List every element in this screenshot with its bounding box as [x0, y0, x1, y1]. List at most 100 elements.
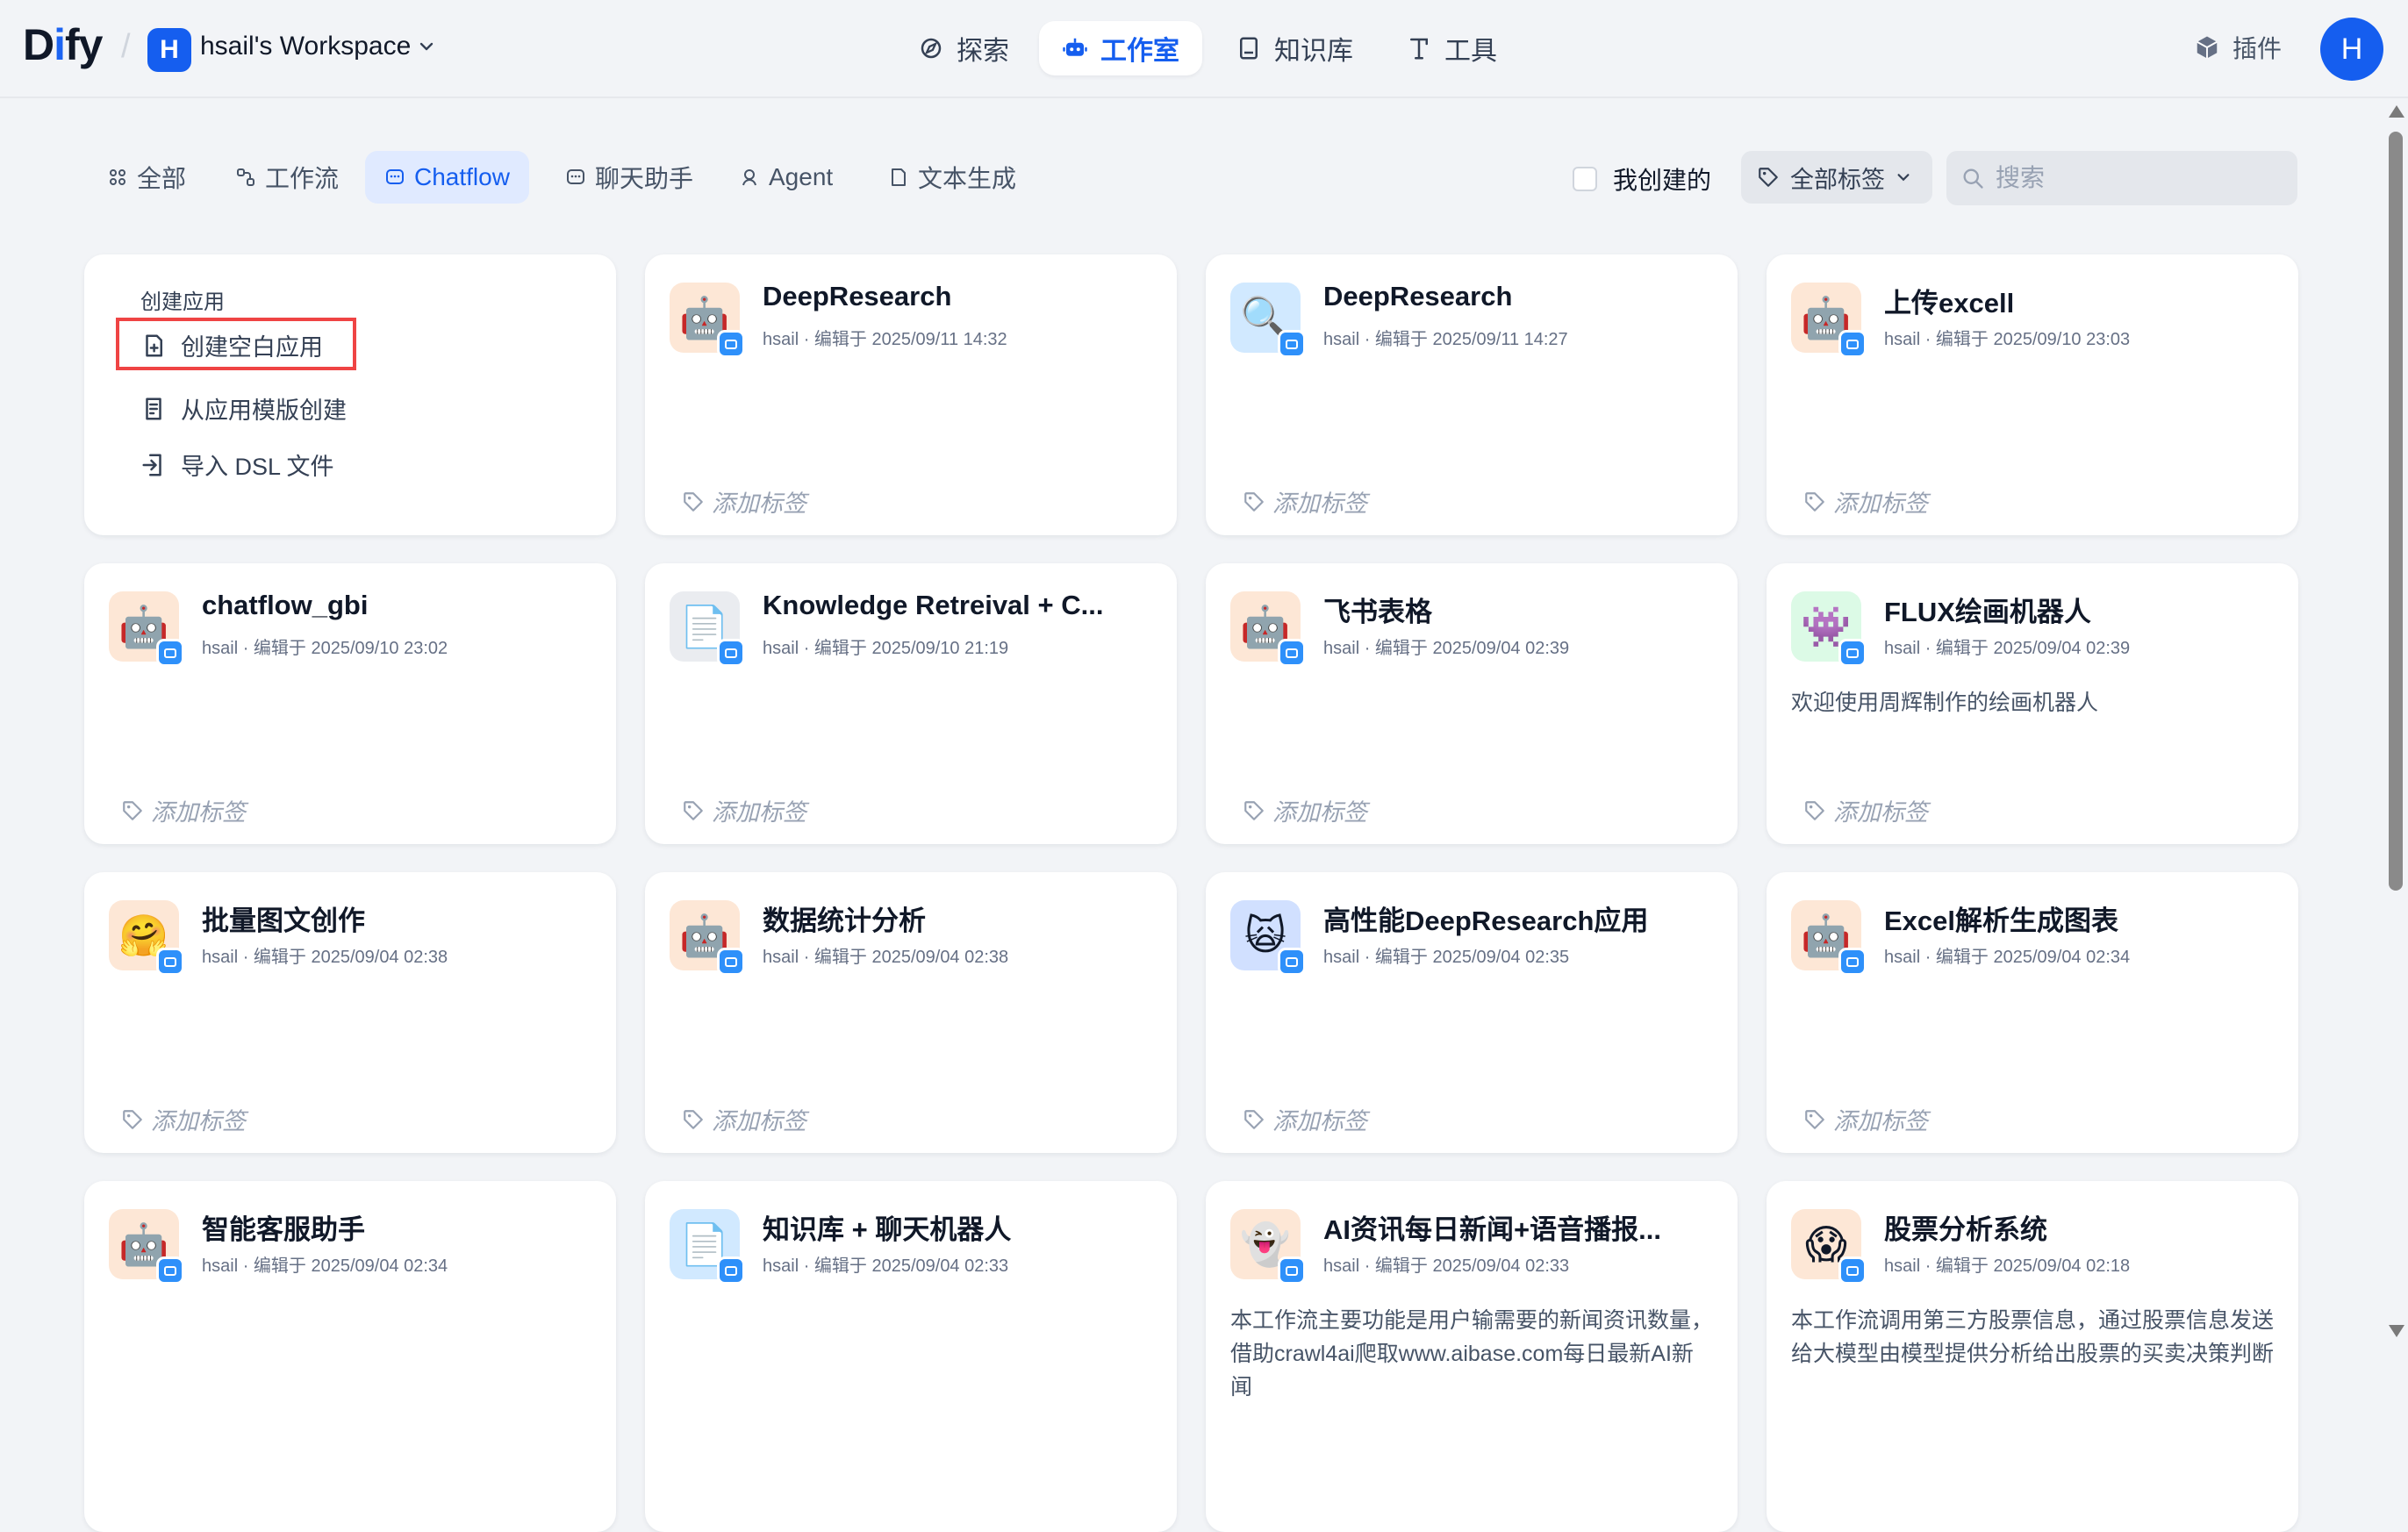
app-card[interactable]: 📄 Knowledge Retreival + C... hsail · 编辑于 2…: [645, 563, 1177, 844]
app-title: AI资讯每日新闻+语音播报...: [1323, 1214, 1661, 1245]
book-icon: [1240, 37, 1258, 60]
tab-workflow[interactable]: 工作流: [216, 151, 358, 204]
app-card[interactable]: 🤖 DeepResearch hsail · 编辑于 2025/09/11 14:3…: [645, 254, 1177, 535]
app-title: DeepResearch: [763, 281, 952, 311]
tab-agent[interactable]: Agent: [720, 151, 852, 204]
chevron-down-icon: [1897, 174, 1910, 182]
app-card[interactable]: 🤖 飞书表格 hsail · 编辑于 2025/09/04 02:39 添加标签: [1206, 563, 1738, 844]
app-card[interactable]: 😱 股票分析系统 hsail · 编辑于 2025/09/04 02:18 本工作流调…: [1767, 1181, 2298, 1532]
create-blank-app-label: 创建空白应用: [181, 334, 323, 361]
create-app-heading: 创建应用: [140, 290, 225, 314]
add-tag-button[interactable]: 添加标签: [682, 793, 806, 827]
app-card[interactable]: 🤖 数据统计分析 hsail · 编辑于 2025/09/04 02:38 添加标签: [645, 872, 1177, 1153]
search-box[interactable]: [1946, 151, 2297, 205]
tag-filter-label: 全部标签: [1790, 166, 1885, 193]
nav-explore[interactable]: 探索: [895, 21, 1032, 75]
app-card[interactable]: 🤖 Excel解析生成图表 hsail · 编辑于 2025/09/04 02:34…: [1767, 872, 2298, 1153]
nav-knowledge-label: 知识库: [1274, 37, 1353, 66]
nav-tools[interactable]: 工具: [1383, 21, 1520, 75]
nav-studio[interactable]: 工作室: [1039, 21, 1202, 75]
tag-filter-select[interactable]: 全部标签: [1741, 151, 1932, 204]
scroll-down-arrow[interactable]: [2389, 1325, 2404, 1337]
created-by-me-filter[interactable]: 我创建的: [1573, 161, 1711, 197]
add-tag-button[interactable]: 添加标签: [1243, 484, 1367, 519]
tag-icon: [123, 800, 142, 820]
avatar[interactable]: H: [2320, 18, 2383, 81]
chatflow-badge-icon: [1278, 639, 1306, 667]
search-input[interactable]: [1994, 163, 2278, 193]
compass-icon: [921, 38, 942, 59]
workflow-icon: [237, 168, 254, 186]
tab-chatflow-label: Chatflow: [414, 163, 510, 190]
chatflow-badge-icon: [717, 330, 745, 358]
tab-text-generation[interactable]: 文本生成: [869, 151, 1036, 204]
add-tag-label: 添加标签: [712, 799, 806, 826]
scroll-up-arrow[interactable]: [2389, 105, 2404, 118]
created-by-me-checkbox[interactable]: [1573, 167, 1597, 191]
app-card[interactable]: 🤗 批量图文创作 hsail · 编辑于 2025/09/04 02:38 添加标签: [84, 872, 616, 1153]
tab-chatflow[interactable]: Chatflow: [365, 151, 529, 204]
chat-bubble-icon: [386, 169, 404, 184]
chatflow-badge-icon: [1278, 330, 1306, 358]
tag-icon: [1244, 1109, 1264, 1129]
chatflow-badge-icon: [156, 639, 184, 667]
add-tag-button[interactable]: 添加标签: [1803, 793, 1928, 827]
app-card[interactable]: 🤖 智能客服助手 hsail · 编辑于 2025/09/04 02:34: [84, 1181, 616, 1532]
nav-knowledge[interactable]: 知识库: [1213, 21, 1376, 75]
tag-icon: [123, 1109, 142, 1129]
create-from-template-button[interactable]: 从应用模版创建: [140, 391, 347, 426]
chatflow-badge-icon: [1838, 1256, 1867, 1285]
add-tag-button[interactable]: 添加标签: [682, 484, 806, 519]
add-tag-button[interactable]: 添加标签: [1803, 484, 1928, 519]
chatflow-badge-icon: [1278, 1256, 1306, 1285]
import-icon: [142, 454, 161, 476]
app-title: 批量图文创作: [202, 906, 365, 936]
app-card[interactable]: 📄 知识库 + 聊天机器人 hsail · 编辑于 2025/09/04 02:33: [645, 1181, 1177, 1532]
tab-text-generation-label: 文本生成: [918, 165, 1017, 192]
app-title: 高性能DeepResearch应用: [1323, 906, 1649, 936]
workspace-badge[interactable]: H: [147, 28, 191, 72]
search-icon: [1963, 168, 1983, 189]
add-tag-button[interactable]: 添加标签: [121, 793, 246, 827]
app-title: DeepResearch: [1323, 281, 1513, 311]
import-dsl-button[interactable]: 导入 DSL 文件: [140, 447, 334, 482]
add-tag-label: 添加标签: [1272, 799, 1367, 826]
tag-icon: [1759, 168, 1778, 187]
app-title: 数据统计分析: [763, 906, 926, 936]
workspace-switcher[interactable]: hsail's Workspace: [200, 32, 435, 61]
app-card[interactable]: 👾 FLUX绘画机器人 hsail · 编辑于 2025/09/04 02:39 欢迎…: [1767, 563, 2298, 844]
file-plus-icon: [146, 334, 162, 356]
scrollbar-thumb[interactable]: [2389, 132, 2403, 891]
tag-icon: [1244, 491, 1264, 512]
app-card[interactable]: 🤖 上传excell hsail · 编辑于 2025/09/10 23:03 添加标…: [1767, 254, 2298, 535]
dify-logo[interactable]: Dify: [23, 19, 103, 70]
app-card[interactable]: 🔍 DeepResearch hsail · 编辑于 2025/09/11 14:2…: [1206, 254, 1738, 535]
plugins-button[interactable]: 插件: [2194, 30, 2282, 65]
tab-agent-label: Agent: [769, 163, 834, 190]
app-card[interactable]: 👻 AI资讯每日新闻+语音播报... hsail · 编辑于 2025/09/04 …: [1206, 1181, 1738, 1532]
app-card[interactable]: 🙀 高性能DeepResearch应用 hsail · 编辑于 2025/09/04…: [1206, 872, 1738, 1153]
chatflow-badge-icon: [156, 948, 184, 976]
add-tag-button[interactable]: 添加标签: [682, 1102, 806, 1136]
app-title: FLUX绘画机器人: [1884, 597, 2091, 627]
app-meta: hsail · 编辑于 2025/09/04 02:39: [1323, 639, 1570, 658]
document-icon: [892, 168, 906, 186]
message-icon: [567, 169, 584, 184]
create-blank-app-button[interactable]: 创建空白应用: [140, 328, 323, 362]
add-tag-label: 添加标签: [1833, 799, 1928, 826]
add-tag-button[interactable]: 添加标签: [1243, 1102, 1367, 1136]
workspace-name: hsail's Workspace: [200, 32, 412, 61]
top-bar: Dify / H hsail's Workspace 探索 工作室 知识库 工具…: [0, 0, 2408, 98]
app-meta: hsail · 编辑于 2025/09/04 02:34: [202, 1256, 448, 1276]
add-tag-button[interactable]: 添加标签: [121, 1102, 246, 1136]
add-tag-button[interactable]: 添加标签: [1243, 793, 1367, 827]
app-meta: hsail · 编辑于 2025/09/04 02:35: [1323, 948, 1570, 967]
add-tag-button[interactable]: 添加标签: [1803, 1102, 1928, 1136]
chatflow-badge-icon: [717, 639, 745, 667]
nav-studio-label: 工作室: [1100, 37, 1179, 66]
add-tag-label: 添加标签: [151, 1108, 246, 1135]
tab-chat-assistant[interactable]: 聊天助手: [546, 151, 713, 204]
app-card[interactable]: 🤖 chatflow_gbi hsail · 编辑于 2025/09/10 23:0…: [84, 563, 616, 844]
tag-icon: [1805, 491, 1824, 512]
tab-all[interactable]: 全部: [88, 151, 205, 204]
